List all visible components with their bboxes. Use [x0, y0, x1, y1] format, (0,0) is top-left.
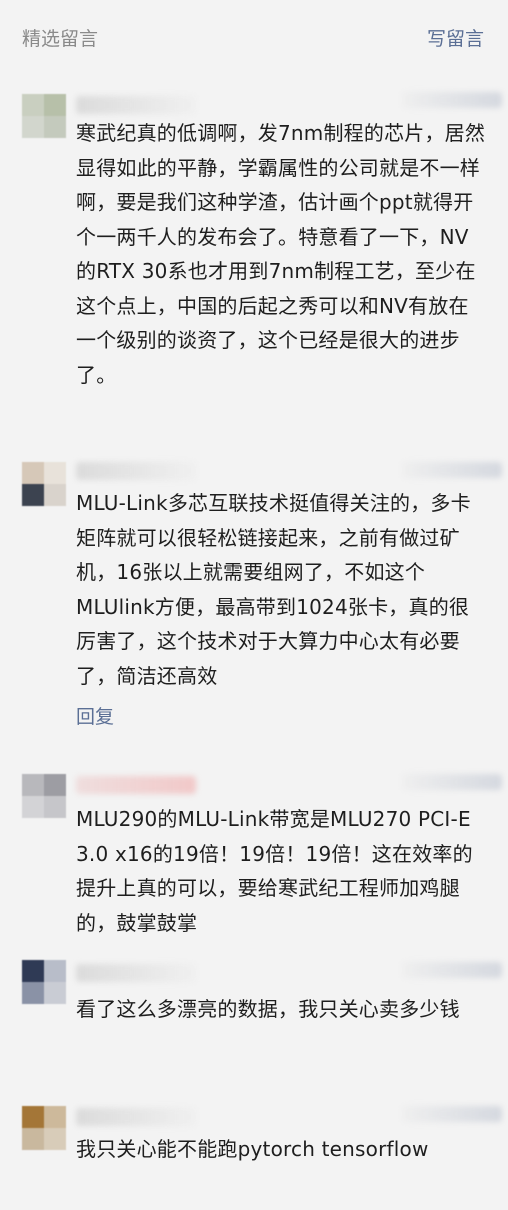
reply-link[interactable]: 回复: [76, 702, 114, 729]
nickname-blurred: [76, 1108, 196, 1126]
comment-text: 寒武纪真的低调啊，发7nm制程的芯片，居然显得如此的平静，学霸属性的公司就是不一…: [76, 121, 486, 387]
avatar[interactable]: [22, 774, 66, 818]
like-count-blurred[interactable]: [402, 774, 502, 790]
comments-header: 精选留言 写留言: [0, 0, 508, 72]
avatar[interactable]: [22, 462, 66, 506]
avatar[interactable]: [22, 94, 66, 138]
avatar[interactable]: [22, 960, 66, 1004]
nickname-blurred: [76, 964, 196, 982]
nickname-blurred: [76, 776, 196, 794]
like-count-blurred[interactable]: [402, 462, 502, 478]
avatar[interactable]: [22, 1106, 66, 1150]
comment-text: MLU-Link多芯互联技术挺值得关注的，多卡矩阵就可以很轻松链接起来，之前有做…: [76, 491, 471, 688]
comment-text: 看了这么多漂亮的数据，我只关心卖多少钱: [76, 997, 460, 1021]
comment-text: 我只关心能不能跑pytorch tensorflow: [76, 1137, 429, 1161]
comment-text: MLU290的MLU-Link带宽是MLU270 PCI-E 3.0 x16的1…: [76, 807, 473, 935]
like-count-blurred[interactable]: [402, 962, 502, 978]
nickname-blurred: [76, 462, 196, 480]
nickname-blurred: [76, 96, 196, 114]
like-count-blurred[interactable]: [402, 1106, 502, 1122]
like-count-blurred[interactable]: [402, 92, 502, 108]
section-title: 精选留言: [22, 28, 99, 50]
write-comment-button[interactable]: 写留言: [427, 24, 484, 51]
